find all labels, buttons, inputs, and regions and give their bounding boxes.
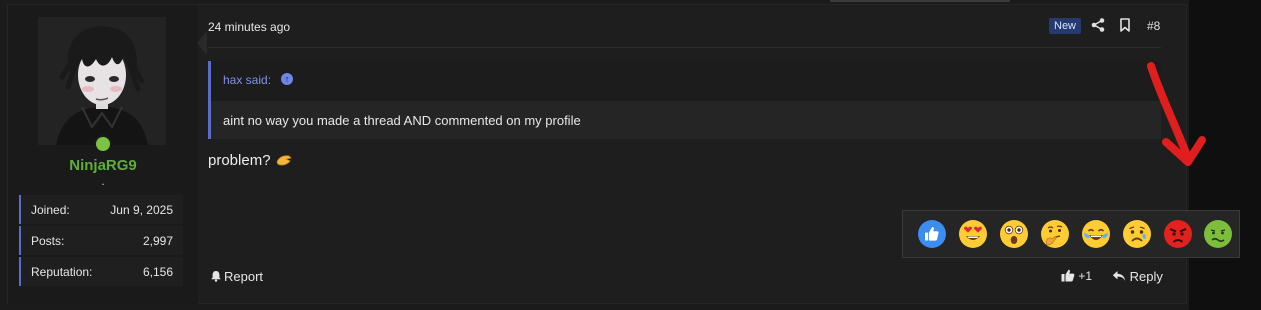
post-message: problem? <box>208 152 293 169</box>
thumbs-up-icon <box>1061 269 1075 282</box>
online-indicator <box>94 135 112 153</box>
message-text: problem? <box>208 152 271 169</box>
like-button[interactable]: +1 <box>1061 269 1092 283</box>
stat-label: Posts: <box>31 234 65 248</box>
top-divider <box>830 0 1010 2</box>
reply-label: Reply <box>1129 269 1163 284</box>
user-cell: NinjaRG9 . Joined: Jun 9, 2025 Posts: 2,… <box>8 5 198 305</box>
thinking-reaction-icon[interactable] <box>1040 219 1070 249</box>
tears-of-joy-reaction-icon[interactable] <box>1081 219 1111 249</box>
annotation-arrow-icon <box>1147 62 1206 166</box>
reply-button[interactable]: Reply <box>1112 269 1163 284</box>
username[interactable]: NinjaRG9 <box>8 157 198 174</box>
astonished-reaction-icon[interactable] <box>999 219 1029 249</box>
sad-reaction-icon[interactable] <box>1122 219 1152 249</box>
report-label: Report <box>224 269 264 284</box>
new-badge: New <box>1049 18 1082 34</box>
stat-joined: Joined: Jun 9, 2025 <box>19 195 183 224</box>
quote-text: aint no way you made a thread AND commen… <box>211 101 1161 139</box>
like-count-value: +1 <box>1078 269 1093 283</box>
stat-label: Joined: <box>31 203 70 217</box>
pinching-hand-emoji-icon <box>275 153 293 167</box>
user-title: . <box>101 174 105 188</box>
post-timestamp[interactable]: 24 minutes ago <box>208 20 290 34</box>
stat-label: Reputation: <box>31 265 93 279</box>
stat-value: Jun 9, 2025 <box>110 203 173 217</box>
post-number-link[interactable]: #8 <box>1147 19 1160 33</box>
quote-author[interactable]: hax said: <box>223 73 271 87</box>
avatar[interactable] <box>38 17 166 145</box>
stat-value: 6,156 <box>142 265 173 279</box>
angry-reaction-icon[interactable] <box>1163 219 1193 249</box>
report-button[interactable]: Report <box>210 269 263 284</box>
stat-posts: Posts: 2,997 <box>19 226 183 255</box>
quote-block: hax said: ↑ aint no way you made a threa… <box>208 61 1161 139</box>
reaction-bar <box>902 210 1240 258</box>
heart-eyes-reaction-icon[interactable] <box>958 219 988 249</box>
like-reaction-icon[interactable] <box>917 219 947 249</box>
bookmark-icon[interactable] <box>1117 17 1133 33</box>
stat-reputation: Reputation: 6,156 <box>19 257 183 286</box>
reply-icon <box>1112 271 1126 281</box>
user-cell-pointer <box>197 31 207 55</box>
header-divider <box>208 47 1161 48</box>
bell-icon <box>210 270 222 282</box>
arrow-up-circle-icon[interactable]: ↑ <box>281 73 293 85</box>
stat-value: 2,997 <box>142 234 173 248</box>
share-icon[interactable] <box>1090 17 1106 33</box>
nauseated-reaction-icon[interactable] <box>1203 219 1233 249</box>
forum-post: NinjaRG9 . Joined: Jun 9, 2025 Posts: 2,… <box>7 4 1187 305</box>
